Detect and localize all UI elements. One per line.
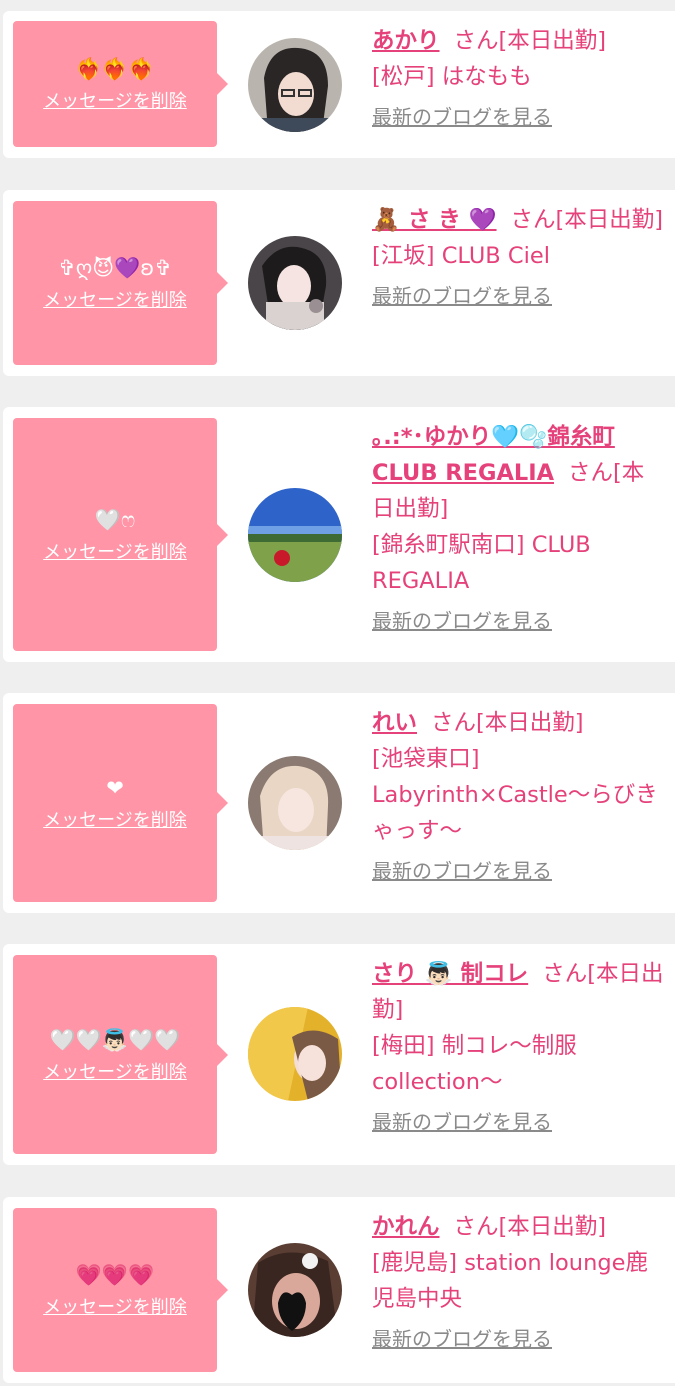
list-item: ✞ღ😈💜ʚ✞ メッセージを削除 🧸 さ き 💜 さん[本日出勤] [江坂] CLU… — [3, 190, 675, 376]
message-list: ❤️‍🔥❤️‍🔥❤️‍🔥 メッセージを削除 あかり さん[本日出勤] [松戸] は… — [0, 0, 675, 1386]
shop-text: [鹿児島] station lounge鹿児島中央 — [372, 1250, 648, 1312]
blog-link[interactable]: 最新のブログを見る — [372, 1108, 664, 1136]
status-text: さん[本日出勤] — [453, 1214, 607, 1240]
avatar[interactable] — [248, 756, 342, 850]
cast-name-link[interactable]: かれん — [372, 1214, 440, 1240]
avatar[interactable] — [248, 1243, 342, 1337]
message-bubble: ✞ღ😈💜ʚ✞ メッセージを削除 — [13, 201, 228, 365]
status-text: さん[本日出勤] — [431, 710, 584, 736]
blog-link[interactable]: 最新のブログを見る — [372, 857, 664, 885]
message-text: 💗💗💗 — [75, 1263, 155, 1287]
delete-message-link[interactable]: メッセージを削除 — [43, 289, 187, 313]
delete-message-link[interactable]: メッセージを削除 — [43, 1061, 187, 1085]
delete-message-link[interactable]: メッセージを削除 — [43, 1296, 187, 1320]
delete-message-link[interactable]: メッセージを削除 — [43, 541, 187, 565]
list-item: 🤍🤍👼🏻🤍🤍 メッセージを削除 さり 👼🏻 制コレ さん[本日出勤] [梅田] 制… — [3, 944, 675, 1165]
item-info: あかり さん[本日出勤] [松戸] はなもも 最新のブログを見る — [372, 23, 664, 131]
avatar[interactable] — [248, 38, 342, 132]
avatar[interactable] — [248, 488, 342, 582]
cast-name-link[interactable]: さり 👼🏻 制コレ — [372, 961, 528, 987]
cast-name-link[interactable]: 🧸 さ き 💜 — [372, 207, 497, 233]
cast-name-link[interactable]: あかり — [372, 28, 440, 54]
item-info: さり 👼🏻 制コレ さん[本日出勤] [梅田] 制コレ〜制服collection〜… — [372, 956, 664, 1136]
blog-link[interactable]: 最新のブログを見る — [372, 103, 664, 131]
list-item: 🤍ෆ メッセージを削除 ｡.:*･ゆかり🩵🫧錦糸町CLUB REGALIA さん[… — [3, 407, 675, 662]
item-info: 🧸 さ き 💜 さん[本日出勤] [江坂] CLUB Ciel 最新のブログを見る — [372, 202, 664, 310]
list-item: 💗💗💗 メッセージを削除 かれん さん[本日出勤] [鹿児島] station l… — [3, 1197, 675, 1383]
cast-name-link[interactable]: れい — [372, 710, 417, 736]
message-bubble: 💗💗💗 メッセージを削除 — [13, 1208, 228, 1372]
item-info: ｡.:*･ゆかり🩵🫧錦糸町CLUB REGALIA さん[本日出勤] [錦糸町駅南… — [372, 419, 664, 635]
delete-message-link[interactable]: メッセージを削除 — [43, 90, 187, 114]
message-text: ✞ღ😈💜ʚ✞ — [58, 256, 172, 280]
message-bubble: ❤️‍🔥❤️‍🔥❤️‍🔥 メッセージを削除 — [13, 21, 228, 147]
shop-text: [松戸] はなもも — [372, 64, 532, 90]
avatar[interactable] — [248, 236, 342, 330]
message-bubble: 🤍ෆ メッセージを削除 — [13, 418, 228, 651]
item-info: かれん さん[本日出勤] [鹿児島] station lounge鹿児島中央 最新… — [372, 1209, 664, 1353]
message-text: ❤️‍🔥❤️‍🔥❤️‍🔥 — [75, 57, 155, 81]
message-bubble: 🤍🤍👼🏻🤍🤍 メッセージを削除 — [13, 955, 228, 1154]
shop-text: [池袋東口] Labyrinth×Castle〜らびきゃっす〜 — [372, 746, 658, 844]
avatar[interactable] — [248, 1007, 342, 1101]
shop-text: [江坂] CLUB Ciel — [372, 243, 550, 269]
message-bubble: ❤ メッセージを削除 — [13, 704, 228, 902]
blog-link[interactable]: 最新のブログを見る — [372, 607, 664, 635]
message-text: 🤍🤍👼🏻🤍🤍 — [49, 1027, 181, 1052]
list-item: ❤️‍🔥❤️‍🔥❤️‍🔥 メッセージを削除 あかり さん[本日出勤] [松戸] は… — [3, 11, 675, 158]
list-item: ❤ メッセージを削除 れい さん[本日出勤] [池袋東口] Labyrinth×C… — [3, 693, 675, 913]
item-info: れい さん[本日出勤] [池袋東口] Labyrinth×Castle〜らびきゃっ… — [372, 705, 664, 885]
delete-message-link[interactable]: メッセージを削除 — [43, 809, 187, 833]
blog-link[interactable]: 最新のブログを見る — [372, 282, 664, 310]
message-text: 🤍ෆ — [94, 507, 136, 532]
status-text: さん[本日出勤] — [510, 207, 664, 233]
status-text: さん[本日出勤] — [453, 28, 607, 54]
blog-link[interactable]: 最新のブログを見る — [372, 1325, 664, 1353]
shop-text: [錦糸町駅南口] CLUB REGALIA — [372, 532, 591, 594]
shop-text: [梅田] 制コレ〜制服collection〜 — [372, 1033, 577, 1095]
message-text: ❤ — [106, 776, 124, 800]
